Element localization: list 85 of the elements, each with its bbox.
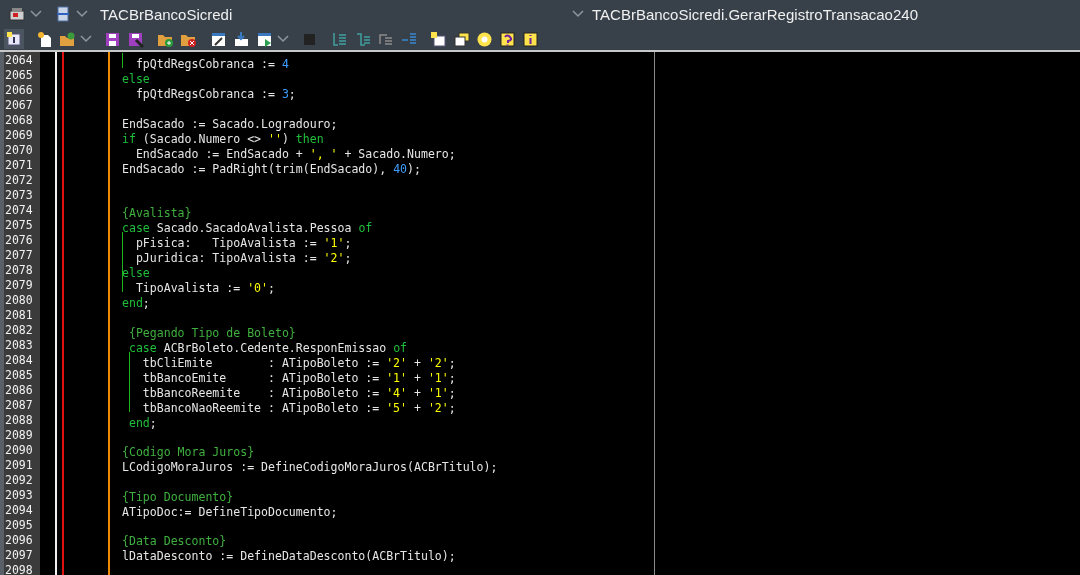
code-line: ATipoDoc:= DefineTipoDocumento; [122, 504, 338, 519]
code-line: case Sacado.SacadoAvalista.Pessoa of [122, 220, 373, 235]
chevron-down-icon[interactable] [76, 10, 88, 18]
line-number: 2087 [4, 398, 34, 413]
code-line: {Data Desconto} [122, 534, 227, 549]
line-number: 2079 [4, 278, 34, 293]
download-icon[interactable] [232, 30, 250, 48]
code-line: LCodigoMoraJuros := DefineCodigoMoraJuros(ACBrTitulo); [122, 460, 498, 475]
line-number: 2070 [4, 143, 34, 158]
open-folder-icon[interactable] [58, 30, 76, 48]
line-number: 2065 [4, 68, 34, 83]
line-number: 2064 [4, 53, 34, 68]
unit-icon[interactable] [54, 5, 72, 23]
line-number: 2082 [4, 323, 34, 338]
code-line: lDataDesconto := DefineDataDesconto(ACBrTitulo); [122, 549, 456, 564]
line-number: 2089 [4, 428, 34, 443]
line-number: 2093 [4, 488, 34, 503]
code-line: fpQtdRegsCobranca := 4 [134, 57, 289, 71]
line-number: 2069 [4, 128, 34, 143]
line-number: 2080 [4, 293, 34, 308]
code-line: TipoAvalista := '0'; [134, 280, 275, 295]
new-file-icon[interactable] [35, 30, 53, 48]
run-icon[interactable] [255, 30, 273, 48]
code-line: if (Sacado.Numero <> '') then [122, 131, 324, 146]
chevron-down-icon[interactable] [80, 35, 92, 43]
code-line: {Avalista} [122, 205, 192, 220]
line-number: 2096 [4, 533, 34, 548]
code-line: else [122, 265, 150, 280]
code-line: EndSacado := EndSacado + ', ' + Sacado.Numero; [134, 146, 456, 161]
line-number: 2097 [4, 548, 34, 563]
line-number: 2088 [4, 413, 34, 428]
code-line: {Codigo Mora Juros} [122, 445, 255, 460]
line-number: 2074 [4, 203, 34, 218]
line-number: 2076 [4, 233, 34, 248]
code-line: else [122, 72, 150, 86]
class-selector[interactable]: TACBrBancoSicredi [100, 5, 233, 23]
code-line: case ACBrBoleto.Cedente.ResponEmissao of [127, 340, 408, 355]
info-icon[interactable] [521, 30, 539, 48]
class-icon[interactable] [5, 30, 23, 48]
step-into-icon[interactable] [330, 30, 348, 48]
line-number: 2081 [4, 308, 34, 323]
line-number: 2098 [4, 563, 34, 575]
code-line: tbBancoEmite : ATipoBoleto := '1' + '1'; [141, 370, 456, 385]
toolbox-icon[interactable] [8, 5, 26, 23]
line-number: 2084 [4, 353, 34, 368]
line-number: 2085 [4, 368, 34, 383]
code-line: end; [127, 415, 157, 430]
save-as-icon[interactable] [126, 30, 144, 48]
code-line: tbBancoNaoReemite : ATipoBoleto := '5' + '2'; [141, 400, 456, 415]
line-number: 2091 [4, 458, 34, 473]
line-number: 2077 [4, 248, 34, 263]
chevron-down-icon[interactable] [30, 10, 42, 18]
help-icon[interactable] [498, 30, 516, 48]
line-number: 2073 [4, 188, 34, 203]
code-line: EndSacado := PadRight(trim(EndSacado), 40); [122, 161, 421, 176]
code-line: pJuridica: TipoAvalista := '2'; [134, 250, 352, 265]
line-number: 2075 [4, 218, 34, 233]
code-line: tbCliEmite : ATipoBoleto := '2' + '2'; [141, 355, 456, 370]
gear-icon[interactable] [475, 30, 493, 48]
line-number: 2067 [4, 98, 34, 113]
code-line: {Pegando Tipo de Boleto} [127, 325, 296, 340]
line-number: 2090 [4, 443, 34, 458]
line-number: 2066 [4, 83, 34, 98]
line-number: 2095 [4, 518, 34, 533]
wrench-icon[interactable] [209, 30, 227, 48]
code-line: fpQtdRegsCobranca := 3; [134, 87, 296, 101]
method-selector[interactable]: TACBrBancoSicredi.GerarRegistroTransacao240 [592, 5, 918, 23]
chevron-down-icon[interactable] [277, 35, 289, 43]
windows-icon[interactable] [452, 30, 470, 48]
save-icon[interactable] [103, 30, 121, 48]
line-number: 2094 [4, 503, 34, 518]
code-line: tbBancoReemite : ATipoBoleto := '4' + '1'; [141, 385, 456, 400]
line-number: 2072 [4, 173, 34, 188]
code-line: pFisica: TipoAvalista := '1'; [134, 235, 352, 250]
line-number: 2078 [4, 263, 34, 278]
code-line: end; [122, 295, 150, 310]
line-number: 2086 [4, 383, 34, 398]
line-number: 2068 [4, 113, 34, 128]
code-line: {Tipo Documento} [122, 489, 234, 504]
code-line: EndSacado := Sacado.Logradouro; [122, 116, 338, 131]
chevron-down-icon[interactable] [572, 10, 584, 18]
inspect-icon[interactable] [429, 30, 447, 48]
line-number: 2092 [4, 473, 34, 488]
line-number: 2071 [4, 158, 34, 173]
line-number: 2083 [4, 338, 34, 353]
